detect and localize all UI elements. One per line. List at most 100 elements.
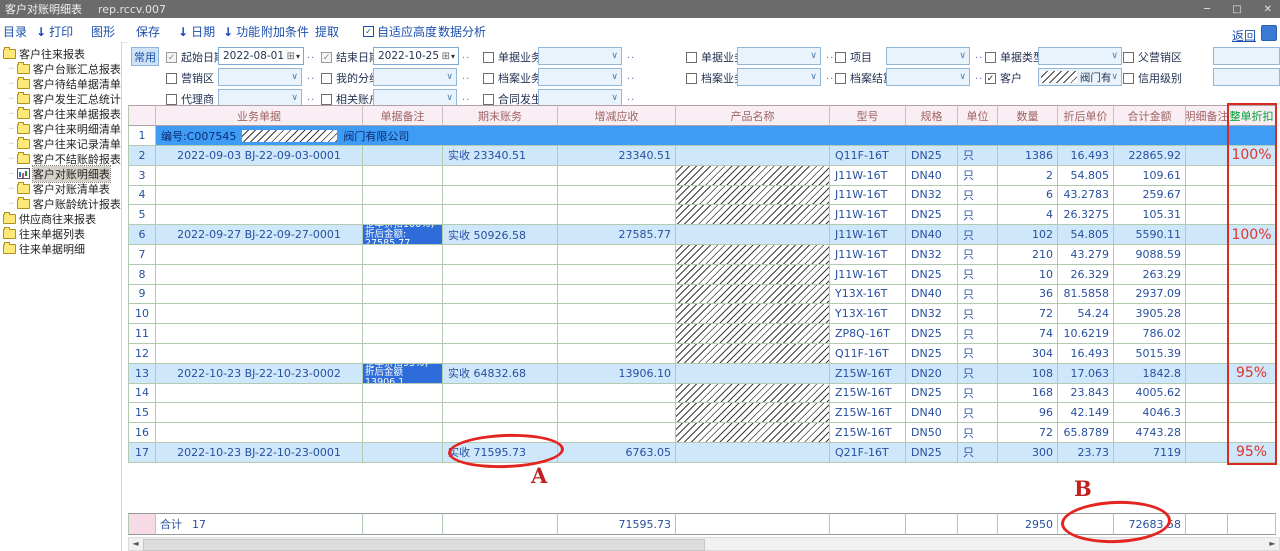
column-header-discount[interactable]: 整单折扣 (1228, 105, 1276, 126)
filter-checkbox-contract-occur[interactable] (483, 94, 494, 105)
range-button-project[interactable]: .. (975, 50, 983, 61)
table-row[interactable]: 132022-10-23 BJ-22-10-23-0002整单折扣95%，折后金… (128, 364, 1276, 384)
table-row[interactable]: 7J11W-16TDN32只21043.2799088.59 (128, 245, 1276, 265)
filter-checkbox-doc-staff[interactable] (686, 52, 697, 63)
table-row[interactable]: 62022-09-27 BJ-22-09-27-0001整单折扣100%，折后金… (128, 225, 1276, 245)
close-icon[interactable]: ✕ (1264, 4, 1272, 15)
range-button-end-date[interactable]: .. (462, 50, 470, 61)
sidebar-item-7[interactable]: ┄客户往来记录清单 (0, 136, 121, 151)
column-header-model[interactable]: 型号 (830, 105, 906, 126)
table-row[interactable]: 16Z15W-16TDN50只7265.87894743.28 (128, 423, 1276, 443)
horizontal-scrollbar[interactable]: ◄ ► (128, 537, 1280, 551)
dropdown-doc-type[interactable]: ∨ (1038, 47, 1122, 65)
tab-common[interactable]: 常用 (131, 47, 159, 66)
scrollbar-thumb[interactable] (143, 539, 705, 551)
sidebar-item-4[interactable]: ┄客户发生汇总统计 (0, 91, 121, 106)
table-row[interactable]: 12Q11F-16TDN25只30416.4935015.39 (128, 344, 1276, 364)
column-header-total[interactable]: 合计金额 (1114, 105, 1186, 126)
dropdown-project[interactable]: ∨ (886, 47, 970, 65)
table-row[interactable]: 3J11W-16TDN40只254.805109.61 (128, 166, 1276, 186)
column-header-n[interactable] (128, 105, 156, 126)
column-header-note[interactable]: 明细备注 (1186, 105, 1228, 126)
dropdown-my-group[interactable]: ∨ (373, 68, 457, 86)
maximize-icon[interactable]: □ (1232, 4, 1241, 15)
sidebar-item-1[interactable]: 客户往来报表 (0, 46, 121, 61)
dropdown-file-dept[interactable]: ∨ (538, 68, 622, 86)
menu-item-print[interactable]: ↓打印 (36, 23, 73, 40)
column-header-unit[interactable]: 单位 (958, 105, 998, 126)
scroll-right-arrow-icon[interactable]: ► (1266, 538, 1279, 550)
range-button-file-dept[interactable]: .. (627, 71, 635, 82)
filter-checkbox-my-group[interactable] (321, 73, 332, 84)
filter-checkbox-start-date[interactable]: ✓ (166, 52, 177, 63)
dropdown-doc-dept[interactable]: ∨ (538, 47, 622, 65)
range-button-agent[interactable]: .. (307, 92, 315, 103)
sidebar-item-12[interactable]: 供应商往来报表 (0, 211, 121, 226)
menu-item-data-analysis[interactable]: 数据分析 (438, 23, 486, 40)
filter-checkbox-file-dept[interactable] (483, 73, 494, 84)
dropdown-parent-region[interactable] (1213, 47, 1280, 65)
corner-button[interactable] (1261, 25, 1277, 41)
sidebar-item-8[interactable]: ┄客户不结账龄报表 (0, 151, 121, 166)
menu-item-date[interactable]: ↓日期 (178, 23, 215, 40)
range-button-file-settle[interactable]: .. (975, 71, 983, 82)
date-input-start-date[interactable]: 2022-08-01⊞▾ (218, 47, 304, 65)
table-row[interactable]: 22022-09-03 BJ-22-09-03-0001实收 23340.512… (128, 146, 1276, 166)
menu-item-function[interactable]: ↓功能 (223, 23, 260, 40)
range-button-related-account[interactable]: .. (462, 92, 470, 103)
column-header-doc[interactable]: 业务单据 (156, 105, 363, 126)
filter-checkbox-doc-type[interactable] (985, 52, 996, 63)
table-row[interactable]: 172022-10-23 BJ-22-10-23-0001实收 71595.73… (128, 443, 1276, 463)
range-button-contract-occur[interactable]: .. (627, 92, 635, 103)
filter-checkbox-related-account[interactable] (321, 94, 332, 105)
filter-checkbox-project[interactable] (835, 52, 846, 63)
sidebar-item-13[interactable]: 往来单据列表 (0, 226, 121, 241)
sidebar-item-2[interactable]: ┄客户台账汇总报表 (0, 61, 121, 76)
sidebar-item-3[interactable]: ┄客户待结单据清单 (0, 76, 121, 91)
filter-checkbox-agent[interactable] (166, 94, 177, 105)
range-button-start-date[interactable]: .. (307, 50, 315, 61)
minimize-icon[interactable]: ─ (1204, 4, 1210, 15)
menu-item-autofit-height[interactable]: ✓自适应高度 (363, 23, 437, 40)
menu-item-extra-conditions[interactable]: 附加条件 (261, 23, 309, 40)
column-header-spec[interactable]: 规格 (906, 105, 958, 126)
table-row[interactable]: 8J11W-16TDN25只1026.329263.29 (128, 265, 1276, 285)
date-input-end-date[interactable]: 2022-10-25⊞▾ (373, 47, 459, 65)
filter-checkbox-file-staff[interactable] (686, 73, 697, 84)
scroll-left-arrow-icon[interactable]: ◄ (129, 538, 142, 550)
range-button-doc-staff[interactable]: .. (826, 50, 834, 61)
table-row[interactable]: 5J11W-16TDN25只426.3275105.31 (128, 205, 1276, 225)
dropdown-region[interactable]: ∨ (218, 68, 302, 86)
sidebar-item-5[interactable]: ┄客户往来单据报表 (0, 106, 121, 121)
filter-checkbox-end-date[interactable]: ✓ (321, 52, 332, 63)
table-row[interactable]: 9Y13X-16TDN40只3681.58582937.09 (128, 285, 1276, 305)
filter-checkbox-doc-dept[interactable] (483, 52, 494, 63)
sidebar-item-14[interactable]: 往来单据明细 (0, 241, 121, 256)
column-header-qty[interactable]: 数量 (998, 105, 1058, 126)
filter-checkbox-file-settle[interactable] (835, 73, 846, 84)
column-header-balance[interactable]: 期末账务 (443, 105, 558, 126)
range-button-my-group[interactable]: .. (462, 71, 470, 82)
menu-item-save[interactable]: 保存 (136, 23, 160, 40)
menu-item-catalog[interactable]: 目录 (3, 23, 27, 40)
table-row[interactable]: 15Z15W-16TDN40只9642.1494046.3 (128, 403, 1276, 423)
menu-item-extract[interactable]: 提取 (315, 23, 339, 40)
table-row[interactable]: 11ZP8Q-16TDN25只7410.6219786.02 (128, 324, 1276, 344)
dropdown-file-staff[interactable]: ∨ (737, 68, 821, 86)
filter-checkbox-customer[interactable]: ✓ (985, 73, 996, 84)
range-button-doc-dept[interactable]: .. (627, 50, 635, 61)
dropdown-customer[interactable]: 阀门有∨ (1038, 68, 1122, 86)
column-header-remark[interactable]: 单据备注 (363, 105, 443, 126)
sidebar-item-10[interactable]: ┄客户对账清单表 (0, 181, 121, 196)
filter-checkbox-region[interactable] (166, 73, 177, 84)
dropdown-file-settle[interactable]: ∨ (886, 68, 970, 86)
table-row[interactable]: 1编号:C007545阀门有限公司 (128, 126, 1276, 146)
table-row[interactable]: 10Y13X-16TDN32只7254.243905.28 (128, 304, 1276, 324)
sidebar-item-11[interactable]: ┄客户账龄统计报表 (0, 196, 121, 211)
column-header-product[interactable]: 产品名称 (676, 105, 830, 126)
table-row[interactable]: 14Z15W-16TDN25只16823.8434005.62 (128, 384, 1276, 404)
range-button-region[interactable]: .. (307, 71, 315, 82)
dropdown-credit-level[interactable] (1213, 68, 1280, 86)
column-header-change[interactable]: 增减应收 (558, 105, 676, 126)
filter-checkbox-credit-level[interactable] (1123, 73, 1134, 84)
